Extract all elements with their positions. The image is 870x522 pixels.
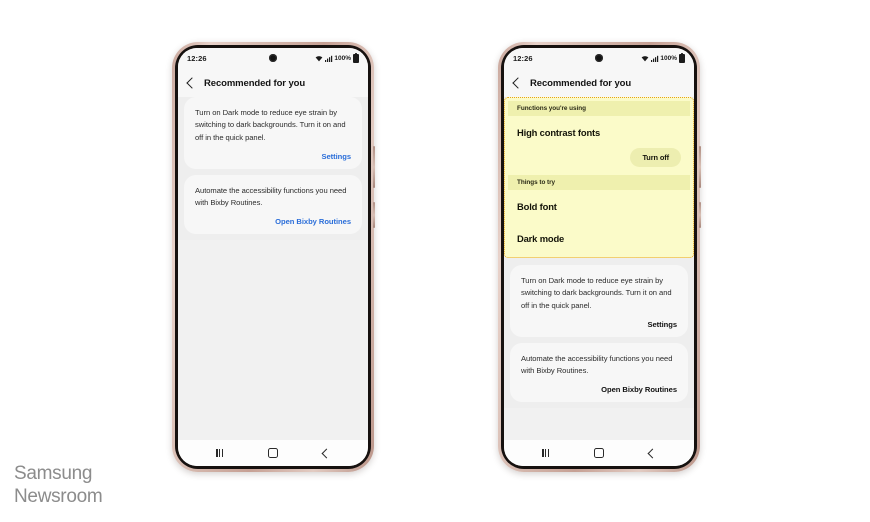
watermark-line-1: Samsung (14, 462, 93, 484)
image-canvas: 12:26 100% Recommended for you Turn on D… (0, 0, 870, 522)
bixby-routines-card: Automate the accessibility functions you… (510, 342, 688, 403)
list-item-high-contrast-fonts[interactable]: High contrast fonts (508, 116, 690, 148)
front-camera-icon (269, 54, 277, 62)
bixby-routines-card: Automate the accessibility functions you… (184, 174, 362, 235)
app-bar-left: Recommended for you (178, 69, 368, 97)
content-area-left: Turn on Dark mode to reduce eye strain b… (178, 97, 368, 440)
back-chevron-icon[interactable] (186, 77, 198, 89)
power-button-left-phone[interactable] (373, 202, 375, 228)
dark-mode-card-body: Turn on Dark mode to reduce eye strain b… (195, 108, 346, 142)
wifi-icon (641, 56, 649, 62)
home-icon[interactable] (593, 448, 604, 458)
recent-apps-icon[interactable] (542, 449, 550, 457)
samsung-newsroom-watermark: Samsung Newsroom (14, 462, 103, 508)
status-bar-time: 12:26 (513, 54, 533, 63)
recent-apps-icon[interactable] (216, 449, 224, 457)
power-button-right-phone[interactable] (699, 202, 701, 228)
bixby-routines-card-body: Automate the accessibility functions you… (195, 185, 347, 208)
wifi-icon (315, 56, 323, 62)
app-bar-right: Recommended for you (504, 69, 694, 97)
dark-mode-card: Turn on Dark mode to reduce eye strain b… (510, 265, 688, 337)
list-item-label: Bold font (517, 200, 557, 212)
turn-off-button[interactable]: Turn off (630, 148, 681, 167)
phone-screen-left: 12:26 100% Recommended for you Turn on D… (178, 48, 368, 466)
page-title: Recommended for you (530, 77, 632, 89)
home-icon[interactable] (267, 448, 278, 458)
content-area-right: Functions you're using High contrast fon… (504, 97, 694, 440)
status-bar-left: 12:26 100% (178, 48, 368, 69)
volume-button-right-phone[interactable] (699, 146, 701, 188)
navigation-bar-left (178, 440, 368, 466)
front-camera-icon (595, 54, 603, 62)
phone-device-left: 12:26 100% Recommended for you Turn on D… (172, 42, 375, 472)
signal-bars-icon (650, 55, 659, 62)
battery-percent-label: 100% (334, 55, 351, 62)
phone-device-right: 12:26 100% Recommended for you Functions… (498, 42, 701, 472)
dark-mode-card-body: Turn on Dark mode to reduce eye strain b… (521, 276, 672, 310)
empty-space-right (504, 408, 694, 440)
settings-link[interactable]: Settings (195, 152, 351, 161)
open-bixby-routines-link[interactable]: Open Bixby Routines (195, 217, 351, 226)
status-bar-right: 12:26 100% (504, 48, 694, 69)
bixby-routines-card-body: Automate the accessibility functions you… (521, 353, 673, 376)
battery-full-icon (353, 54, 359, 63)
empty-space-left (178, 240, 368, 440)
section-header-functions-youre-using: Functions you're using (508, 101, 690, 116)
open-bixby-routines-link[interactable]: Open Bixby Routines (521, 385, 677, 394)
status-bar-indicators: 100% (641, 54, 685, 63)
volume-button-left-phone[interactable] (373, 146, 375, 188)
status-bar-time: 12:26 (187, 54, 207, 63)
battery-percent-label: 100% (660, 55, 677, 62)
turn-off-button-row: Turn off (508, 148, 690, 175)
battery-full-icon (679, 54, 685, 63)
back-chevron-icon[interactable] (512, 77, 524, 89)
navigation-bar-right (504, 440, 694, 466)
accessibility-highlight-block: Functions you're using High contrast fon… (504, 97, 694, 258)
phone-screen-right: 12:26 100% Recommended for you Functions… (504, 48, 694, 466)
page-title: Recommended for you (204, 77, 306, 89)
back-icon[interactable] (647, 448, 658, 458)
dark-mode-card: Turn on Dark mode to reduce eye strain b… (184, 97, 362, 169)
settings-link[interactable]: Settings (521, 320, 677, 329)
signal-bars-icon (324, 55, 333, 62)
list-item-bold-font[interactable]: Bold font (508, 190, 690, 222)
list-item-dark-mode[interactable]: Dark mode (508, 222, 690, 254)
status-bar-indicators: 100% (315, 54, 359, 63)
list-item-label: High contrast fonts (517, 126, 601, 138)
watermark-line-2: Newsroom (14, 485, 103, 507)
list-item-label: Dark mode (517, 232, 565, 244)
back-icon[interactable] (321, 448, 332, 458)
section-header-things-to-try: Things to try (508, 175, 690, 190)
